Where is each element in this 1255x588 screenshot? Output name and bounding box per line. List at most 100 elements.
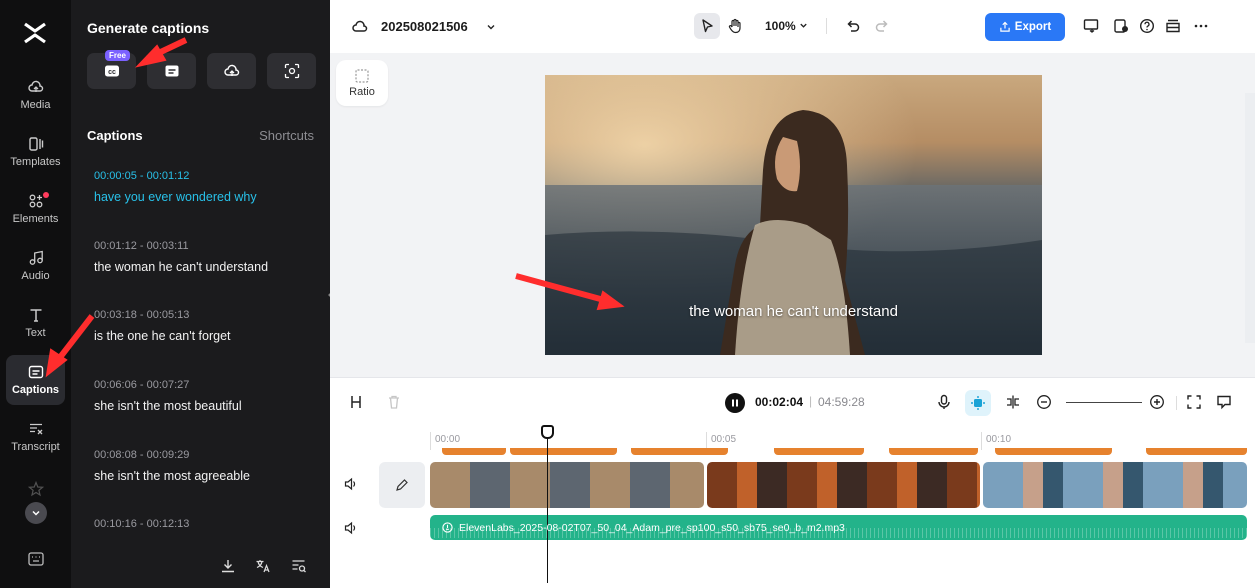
- transcript-icon: [29, 423, 42, 435]
- magnet-button[interactable]: [965, 390, 991, 416]
- text-icon: [30, 309, 41, 322]
- trash-icon[interactable]: [386, 394, 402, 410]
- export-button[interactable]: Export: [985, 13, 1065, 41]
- caption-text[interactable]: the woman he can't understand: [94, 260, 319, 274]
- rail-item-label: Elements: [12, 213, 59, 225]
- screen-download-icon: [1083, 19, 1099, 33]
- caption-segment[interactable]: [889, 448, 978, 455]
- split-icon[interactable]: [348, 394, 364, 410]
- chevron-down-icon[interactable]: [486, 22, 496, 32]
- caption-time: 00:01:12 - 00:03:11: [94, 240, 189, 252]
- rail-item-label: Audio: [21, 270, 50, 282]
- caption-segment[interactable]: [995, 448, 1112, 455]
- rail-item-media[interactable]: Media: [6, 70, 65, 120]
- zoom-in-icon[interactable]: [1149, 394, 1165, 410]
- chevron-down-icon: [32, 510, 40, 516]
- stage-side-handle[interactable]: [1245, 93, 1255, 343]
- redo-icon: [875, 20, 888, 32]
- download-icon[interactable]: [220, 558, 236, 574]
- search-replace-icon[interactable]: [291, 558, 307, 574]
- undo-button[interactable]: [840, 13, 866, 39]
- caption-text[interactable]: is the one he can't forget: [94, 329, 319, 343]
- video-clip[interactable]: [983, 462, 1247, 508]
- more-icon: [1194, 24, 1208, 28]
- caption-item[interactable]: 00:06:06 - 00:07:27 she isn't the most b…: [94, 379, 319, 413]
- preview-stage: Ratio the woman he can't understand: [330, 53, 1255, 377]
- more-button[interactable]: [1188, 13, 1214, 39]
- rail-item-elements[interactable]: Elements: [6, 184, 65, 234]
- capcut-logo-icon[interactable]: [22, 20, 48, 46]
- manual-captions-button[interactable]: [147, 53, 196, 89]
- panel-footer: [71, 544, 330, 588]
- pause-icon: [732, 399, 738, 407]
- ruler-label: 00:00: [435, 434, 461, 445]
- auto-captions-button[interactable]: Free cc: [87, 50, 136, 89]
- comment-icon[interactable]: [1216, 394, 1232, 410]
- pointer-icon: [702, 19, 713, 33]
- caption-text[interactable]: have you ever wondered why: [94, 190, 319, 204]
- project-name[interactable]: 202508021506: [381, 19, 468, 34]
- caption-segment[interactable]: [442, 448, 506, 455]
- caption-text[interactable]: she isn't the most agreeable: [94, 469, 319, 483]
- cloud-upload-icon: [223, 64, 239, 76]
- capcut-editor: Media Templates Elements Audio Text Capt…: [0, 0, 1255, 588]
- present-button[interactable]: [1078, 13, 1104, 39]
- pencil-icon: [396, 479, 408, 491]
- caption-segment[interactable]: [510, 448, 617, 455]
- caption-time: 00:00:05 - 00:01:12: [94, 170, 190, 182]
- rail-item-templates[interactable]: Templates: [6, 127, 65, 177]
- pause-button[interactable]: [725, 393, 745, 413]
- upload-captions-button[interactable]: [207, 53, 256, 89]
- caption-item[interactable]: 00:10:16 - 00:12:13: [94, 518, 319, 530]
- layers-button[interactable]: [1160, 13, 1186, 39]
- caption-time: 00:10:16 - 00:12:13: [94, 518, 190, 530]
- speaker-icon[interactable]: [344, 521, 358, 535]
- speaker-icon[interactable]: [344, 477, 358, 491]
- elements-icon: [29, 194, 42, 208]
- microphone-icon[interactable]: [936, 394, 952, 410]
- caption-time: 00:06:06 - 00:07:27: [94, 379, 190, 391]
- select-tool-button[interactable]: [694, 13, 720, 39]
- edit-cover-button[interactable]: [379, 462, 425, 508]
- rail-item-label: Transcript: [11, 441, 60, 453]
- caption-segment[interactable]: [631, 448, 728, 455]
- caption-item[interactable]: 00:08:08 - 00:09:29 she isn't the most a…: [94, 449, 319, 483]
- keyboard-icon[interactable]: [28, 552, 44, 566]
- video-clip[interactable]: [430, 462, 704, 508]
- feedback-button[interactable]: [1108, 13, 1134, 39]
- caption-text[interactable]: she isn't the most beautiful: [94, 399, 319, 413]
- cloud-icon: [27, 80, 43, 92]
- translate-icon[interactable]: [255, 558, 271, 574]
- caption-item[interactable]: 00:00:05 - 00:01:12 have you ever wonder…: [94, 170, 319, 204]
- timeline-zoom-slider[interactable]: [1066, 402, 1142, 403]
- video-caption-overlay[interactable]: the woman he can't understand: [545, 303, 1042, 320]
- caption-item[interactable]: 00:03:18 - 00:05:13 is the one he can't …: [94, 309, 319, 343]
- lyrics-captions-button[interactable]: [267, 53, 316, 89]
- rail-expand-button[interactable]: [25, 502, 47, 524]
- zoom-out-icon[interactable]: [1036, 394, 1052, 410]
- fit-timeline-icon[interactable]: [1186, 394, 1202, 410]
- split-preview-icon[interactable]: [1005, 394, 1021, 410]
- audio-clip[interactable]: ElevenLabs_2025-08-02T07_50_04_Adam_pre_…: [430, 515, 1247, 540]
- hand-tool-button[interactable]: [722, 13, 748, 39]
- document-badge-icon: [1114, 19, 1128, 33]
- video-clip[interactable]: [707, 462, 980, 508]
- rail-item-transcript[interactable]: Transcript: [6, 412, 65, 462]
- audio-clip-icon: [442, 522, 453, 533]
- caption-segment[interactable]: [1146, 448, 1247, 455]
- playhead-handle[interactable]: [541, 425, 554, 439]
- redo-button[interactable]: [869, 13, 895, 39]
- help-button[interactable]: [1134, 13, 1160, 39]
- caption-segment[interactable]: [774, 448, 864, 455]
- playhead-line[interactable]: [547, 425, 548, 583]
- templates-icon: [28, 137, 43, 151]
- cloud-sync-icon: [352, 20, 368, 32]
- shortcuts-link[interactable]: Shortcuts: [259, 128, 314, 143]
- video-preview[interactable]: the woman he can't understand: [545, 75, 1042, 355]
- ratio-button[interactable]: Ratio: [336, 60, 388, 106]
- rail-item-captions[interactable]: Captions: [6, 355, 65, 405]
- rail-item-text[interactable]: Text: [6, 298, 65, 348]
- zoom-dropdown[interactable]: 100%: [765, 19, 808, 33]
- rail-item-audio[interactable]: Audio: [6, 241, 65, 291]
- caption-item[interactable]: 00:01:12 - 00:03:11 the woman he can't u…: [94, 240, 319, 274]
